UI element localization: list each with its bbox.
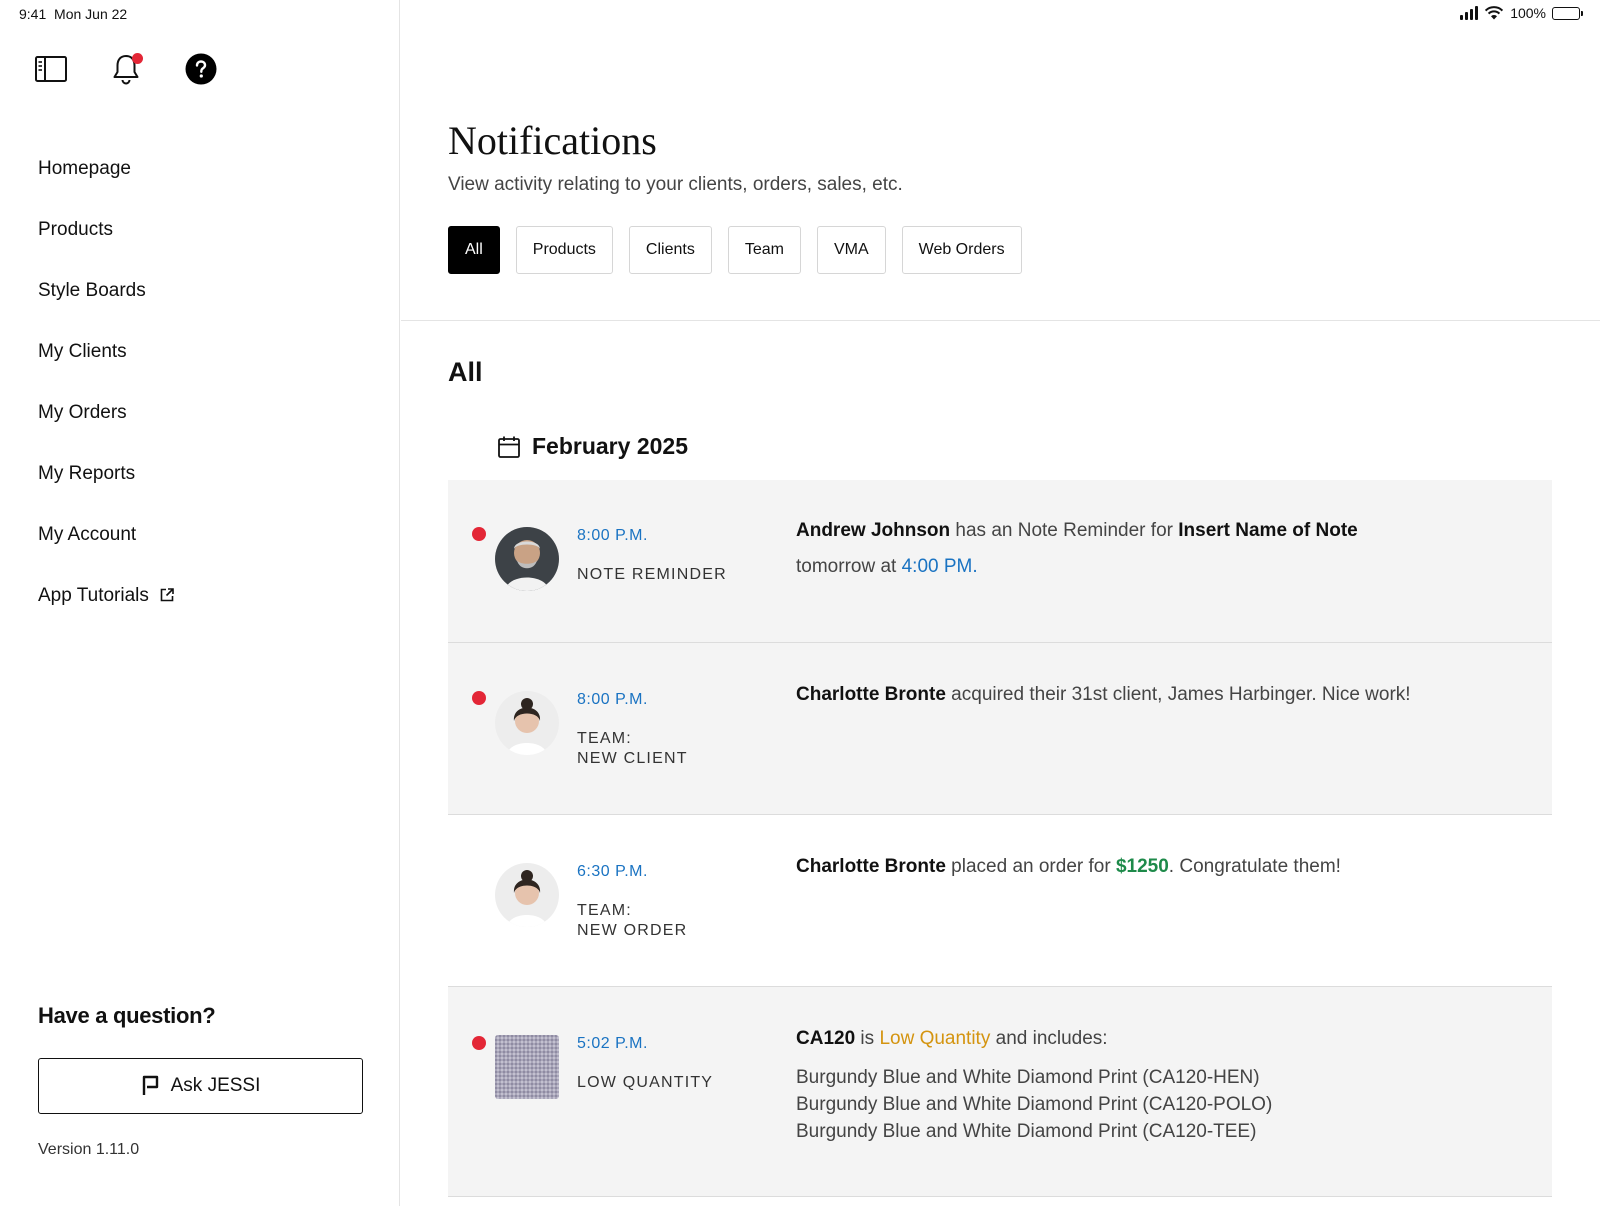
sidebar-item-my-orders[interactable]: My Orders <box>38 398 175 459</box>
sidebar-toggle-icon[interactable] <box>34 52 68 86</box>
sidebar-nav: Homepage Products Style Boards My Client… <box>38 154 175 642</box>
header-divider <box>401 320 1600 321</box>
notification-item[interactable]: 6:30 P.M. TEAM: NEW ORDER Charlotte Bron… <box>448 815 1552 987</box>
notification-badge-dot <box>132 53 143 64</box>
notification-list: 8:00 P.M. NOTE REMINDER Andrew Johnson h… <box>448 480 1552 1197</box>
unread-dot <box>472 527 486 541</box>
avatar <box>495 691 559 755</box>
tab-all[interactable]: All <box>448 226 500 274</box>
app-version: Version 1.11.0 <box>38 1141 140 1158</box>
notification-type: LOW QUANTITY <box>577 1074 714 1091</box>
person-name: Andrew Johnson <box>796 520 951 541</box>
list-item: Burgundy Blue and White Diamond Print (C… <box>796 1121 1257 1142</box>
unread-dot <box>472 1036 486 1050</box>
help-question-heading: Have a question? <box>38 1003 216 1028</box>
person-name: Charlotte Bronte <box>796 684 946 705</box>
sidebar-top-icons <box>34 52 218 86</box>
tab-clients[interactable]: Clients <box>628 226 712 274</box>
notification-time: 5:02 P.M. <box>577 1035 648 1052</box>
notification-time: 8:00 P.M. <box>577 527 648 544</box>
notification-time: 6:30 P.M. <box>577 863 648 880</box>
chat-flag-icon <box>142 1075 158 1095</box>
stock-status: Low Quantity <box>879 1028 991 1049</box>
sidebar-item-homepage[interactable]: Homepage <box>38 154 175 215</box>
tab-vma[interactable]: VMA <box>816 226 886 274</box>
ask-jessi-button[interactable]: Ask JESSI <box>38 1058 363 1114</box>
sidebar-item-my-reports[interactable]: My Reports <box>38 459 175 520</box>
sidebar-item-style-boards[interactable]: Style Boards <box>38 276 175 337</box>
reminder-time: 4:00 PM. <box>901 556 978 577</box>
help-icon[interactable] <box>184 52 218 86</box>
tab-team[interactable]: Team <box>727 226 801 274</box>
sidebar: Homepage Products Style Boards My Client… <box>0 0 400 1206</box>
notification-message: CA120 is Low Quantity and includes: <box>796 1028 1108 1049</box>
order-amount: $1250 <box>1115 856 1169 877</box>
main-content: Notifications View activity relating to … <box>401 0 1600 1206</box>
sidebar-item-my-account[interactable]: My Account <box>38 520 175 581</box>
notification-item[interactable]: 5:02 P.M. LOW QUANTITY CA120 is Low Quan… <box>448 987 1552 1197</box>
notification-time: 8:00 P.M. <box>577 691 648 708</box>
person-name: Charlotte Bronte <box>796 856 946 877</box>
notification-type: TEAM: NEW CLIENT <box>577 730 688 767</box>
included-items: Burgundy Blue and White Diamond Print (C… <box>796 1064 1272 1145</box>
bell-icon[interactable] <box>109 52 143 86</box>
product-swatch <box>495 1035 559 1099</box>
notification-type: TEAM: NEW ORDER <box>577 902 688 939</box>
notification-message: Andrew Johnson has an Note Reminder for … <box>796 520 1358 577</box>
page-title: Notifications <box>448 118 657 163</box>
notification-item[interactable]: 8:00 P.M. NOTE REMINDER Andrew Johnson h… <box>448 480 1552 643</box>
avatar <box>495 527 559 591</box>
notification-message: Charlotte Bronte placed an order for $12… <box>796 856 1341 877</box>
notification-message: Charlotte Bronte acquired their 31st cli… <box>796 684 1411 705</box>
tab-products[interactable]: Products <box>515 226 613 274</box>
unread-dot <box>472 691 486 705</box>
notification-type: NOTE REMINDER <box>577 566 727 583</box>
avatar <box>495 863 559 927</box>
month-heading: February 2025 <box>497 433 688 460</box>
page-subtitle: View activity relating to your clients, … <box>448 174 903 195</box>
external-link-icon <box>159 587 175 603</box>
notification-item[interactable]: 8:00 P.M. TEAM: NEW CLIENT Charlotte Bro… <box>448 643 1552 815</box>
calendar-icon <box>498 436 520 458</box>
list-item: Burgundy Blue and White Diamond Print (C… <box>796 1067 1260 1088</box>
note-name: Insert Name of Note <box>1178 520 1358 541</box>
sidebar-item-app-tutorials[interactable]: App Tutorials <box>38 581 175 642</box>
tab-web-orders[interactable]: Web Orders <box>901 226 1022 274</box>
sidebar-item-my-clients[interactable]: My Clients <box>38 337 175 398</box>
product-code: CA120 <box>796 1028 856 1049</box>
sidebar-item-products[interactable]: Products <box>38 215 175 276</box>
section-title: All <box>448 357 483 387</box>
filter-tabs: All Products Clients Team VMA Web Orders <box>448 226 1022 274</box>
list-item: Burgundy Blue and White Diamond Print (C… <box>796 1094 1273 1115</box>
